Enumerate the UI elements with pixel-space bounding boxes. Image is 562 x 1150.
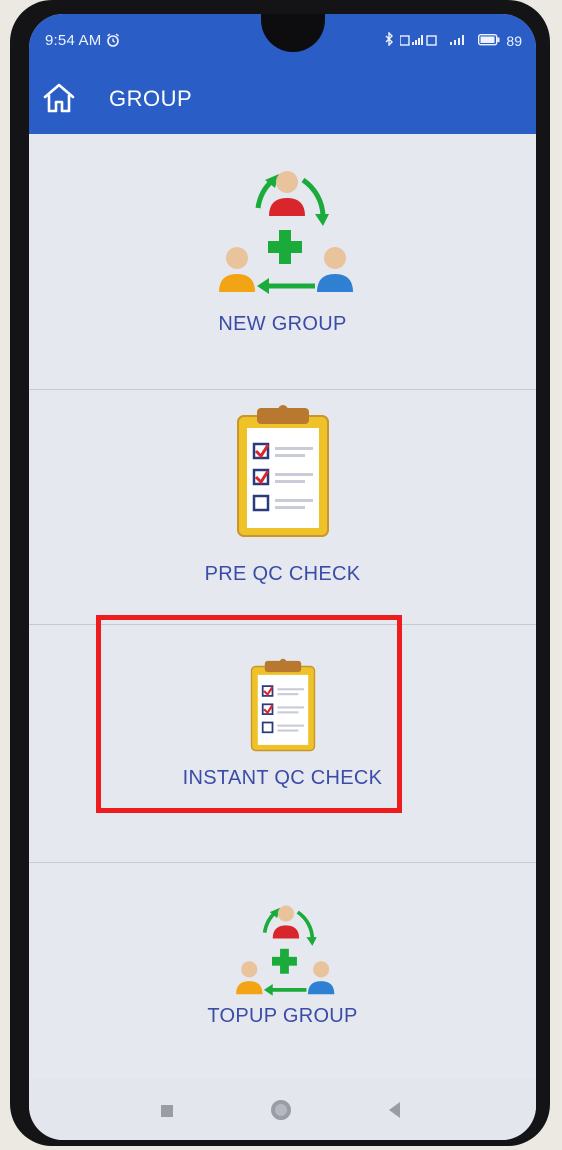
menu-item-pre-qc-check[interactable]: PRE QC CHECK	[29, 402, 536, 602]
menu-item-label: TOPUP GROUP	[207, 1005, 358, 1027]
menu-item-topup-group[interactable]: TOPUP GROUP	[29, 896, 536, 1046]
bluetooth-icon	[385, 31, 394, 49]
status-time-text: 9:54 AM	[45, 32, 102, 49]
back-icon[interactable]	[389, 1102, 400, 1118]
signal-icon-2	[446, 33, 472, 49]
menu-item-new-group[interactable]: NEW GROUP	[29, 150, 536, 372]
highlight-box	[96, 615, 402, 813]
system-nav-bar	[29, 1078, 536, 1140]
divider	[29, 389, 536, 390]
alarm-icon	[106, 32, 120, 49]
battery-icon	[478, 33, 500, 49]
camera-notch	[261, 14, 325, 52]
app-bar: 9:54 AM 89 GROUP	[29, 14, 536, 134]
status-icons: 89	[385, 31, 522, 49]
divider	[29, 862, 536, 863]
home-button[interactable]	[41, 82, 77, 118]
home-icon[interactable]	[271, 1100, 291, 1120]
group-add-icon	[224, 896, 342, 1011]
status-time: 9:54 AM	[45, 32, 120, 49]
clipboard-checklist-icon	[223, 402, 343, 545]
battery-percent: 89	[506, 32, 522, 49]
signal-icon	[399, 33, 440, 49]
group-menu: NEW GROUP PRE QC CHECK INSTANT QC CHECK …	[29, 134, 536, 1078]
recents-icon[interactable]	[161, 1105, 173, 1117]
page-title: GROUP	[109, 86, 193, 111]
menu-item-label: NEW GROUP	[218, 313, 347, 335]
menu-item-label: PRE QC CHECK	[204, 563, 361, 585]
home-icon	[42, 82, 76, 119]
phone-screen: 9:54 AM 89 GROUP NEW GROUP PRE QC CHECK …	[29, 14, 536, 1140]
group-add-icon	[203, 158, 363, 313]
